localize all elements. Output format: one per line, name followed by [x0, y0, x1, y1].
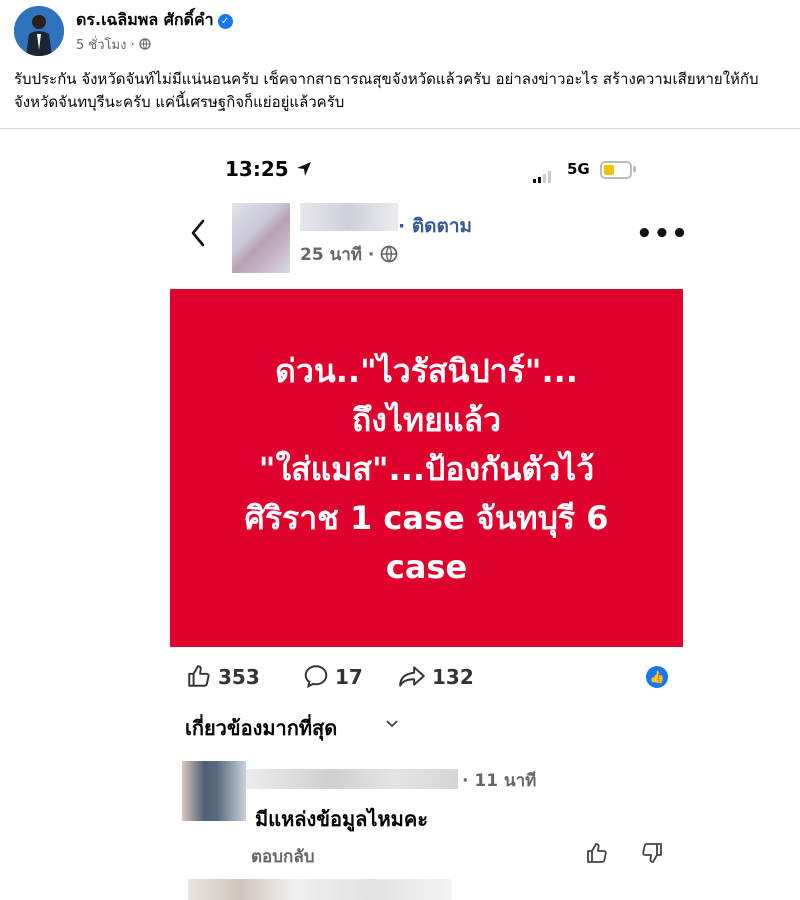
comment-downvote-icon[interactable]: [640, 841, 664, 869]
news-banner: ด่วน.."ไวรัสนิปาร์"... ถึงไทยแล้ว "ใส่แม…: [170, 289, 683, 647]
commenter-avatar-blurred: [182, 761, 246, 821]
banner-line: ถึงไทยแล้ว: [351, 401, 502, 439]
comment-time: · 11 นาที: [462, 771, 537, 791]
more-options-icon[interactable]: •••: [636, 219, 689, 249]
source-time-text: 25 นาที: [300, 245, 362, 265]
battery-tip: [633, 166, 636, 172]
next-comment-blurred: [188, 879, 452, 900]
like-action[interactable]: 353: [186, 663, 260, 689]
comment-text: มีแหล่งข้อมูลไหมคะ: [255, 807, 428, 831]
banner-line: ศิริราช 1 case จันทบุรี 6: [244, 499, 609, 537]
comment-action[interactable]: 17: [303, 663, 363, 689]
banner-text: ด่วน.."ไวรัสนิปาร์"... ถึงไทยแล้ว "ใส่แม…: [170, 347, 683, 592]
banner-line: ด่วน.."ไวรัสนิปาร์"...: [275, 352, 578, 390]
comment-upvote-icon[interactable]: [585, 841, 609, 869]
verified-icon: ✓: [217, 14, 233, 29]
reply-link[interactable]: ตอบกลับ: [251, 843, 315, 870]
comment-count: 17: [335, 665, 363, 689]
status-time-text: 13:25: [225, 157, 289, 181]
globe-icon: [139, 38, 151, 53]
like-reaction-icon: 👍: [646, 666, 668, 688]
like-count: 353: [218, 665, 260, 689]
author-avatar[interactable]: [14, 6, 64, 56]
post-caption: รับประกัน จังหวัดจันท์ไม่มีแน่นอนครับ เช…: [14, 70, 759, 111]
globe-icon: [380, 245, 398, 265]
commenter-name-blurred: [246, 769, 458, 789]
author-name[interactable]: ดร.เฉลิมพล ศักดิ์คำ ✓: [76, 8, 233, 33]
battery-icon: [600, 161, 632, 179]
share-arrow-icon: [399, 666, 425, 687]
comment-time-text: 11 นาที: [474, 771, 537, 791]
source-avatar-blurred: [232, 203, 290, 273]
post-time[interactable]: 5 ชั่วโมง: [76, 38, 126, 53]
back-icon[interactable]: [190, 219, 206, 255]
signal-icon: [533, 164, 553, 183]
source-name-blurred: [300, 203, 398, 231]
comment-bubble-icon: [304, 665, 328, 689]
post-header: ดร.เฉลิมพล ศักดิ์คำ ✓ 5 ชั่วโมง · รับประก…: [0, 0, 800, 128]
source-time: 25 นาที ·: [300, 241, 398, 268]
follow-text[interactable]: ติดตาม: [412, 215, 472, 237]
thumbs-up-icon: [188, 665, 210, 687]
comment-sort[interactable]: เกี่ยวข้องมากที่สุด: [185, 712, 337, 744]
location-arrow-icon: [296, 157, 312, 181]
share-count: 132: [432, 665, 474, 689]
author-name-text[interactable]: ดร.เฉลิมพล ศักดิ์คำ: [76, 10, 214, 29]
follow-link[interactable]: · ติดตาม: [398, 211, 472, 241]
share-action[interactable]: 132: [398, 663, 474, 689]
embedded-screenshot: 13:25 5G · ติดตาม 25 นาที · ••• ด่วน.."ไ…: [0, 129, 800, 900]
network-type: 5G: [567, 160, 590, 178]
post-meta: 5 ชั่วโมง ·: [76, 34, 151, 55]
chevron-down-icon[interactable]: [385, 717, 399, 733]
status-time: 13:25: [225, 157, 312, 181]
banner-line: "ใส่แมส"...ป้องกันตัวไว้: [258, 450, 595, 488]
banner-line: case: [385, 548, 468, 586]
